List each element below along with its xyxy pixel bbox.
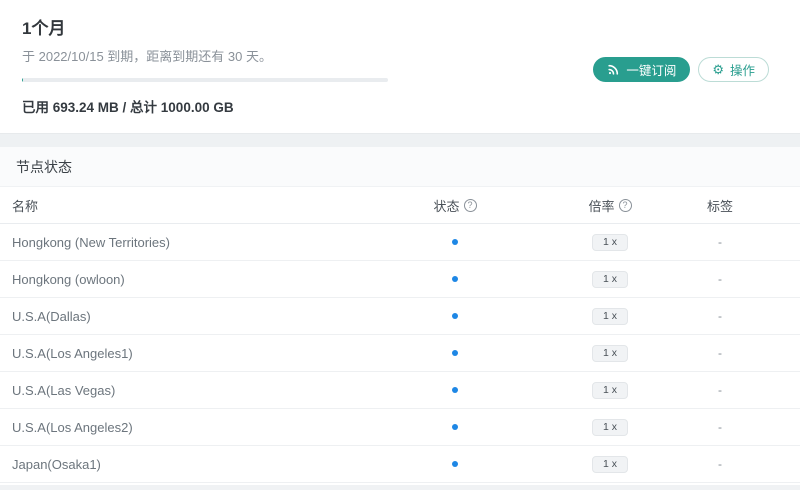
node-rate-cell: 1 x <box>530 381 690 399</box>
node-rate-cell: 1 x <box>530 307 690 325</box>
node-rate-badge: 1 x <box>591 418 628 436</box>
section-divider <box>0 133 800 147</box>
status-online-dot <box>452 239 458 245</box>
node-rate-cell: 1 x <box>530 344 690 362</box>
usage-summary: 已用 693.24 MB / 总计 1000.00 GB <box>22 100 234 116</box>
node-status-cell <box>380 239 530 245</box>
node-row: Hongkong (New Territories) 1 x - <box>0 224 800 261</box>
actions-button[interactable]: ⚙ 操作 <box>698 57 769 82</box>
node-row: Japan(Osaka1) 1 x - <box>0 446 800 483</box>
node-rate-cell: 1 x <box>530 418 690 436</box>
status-help-icon[interactable]: ? <box>463 198 477 212</box>
node-status-cell <box>380 387 530 393</box>
column-header-rate: 倍率 ? <box>530 196 690 215</box>
node-tag: - <box>718 346 722 360</box>
node-name: U.S.A(Los Angeles2) <box>12 419 133 435</box>
column-header-rate-label: 倍率 <box>588 198 615 214</box>
nodes-section-title: 节点状态 <box>16 158 72 175</box>
node-name: U.S.A(Las Vegas) <box>12 382 116 398</box>
node-status-cell <box>380 424 530 430</box>
rate-help-icon[interactable]: ? <box>618 198 632 212</box>
node-rate-badge: 1 x <box>591 455 628 473</box>
node-row: U.S.A(Dallas) 1 x - <box>0 298 800 335</box>
node-rate-cell: 1 x <box>530 233 690 251</box>
bottom-divider <box>0 485 800 490</box>
plan-card: 1个月 于 2022/10/15 到期，距离到期还有 30 天。 已用 693.… <box>0 0 800 133</box>
column-header-status-label: 状态 <box>433 198 460 214</box>
status-online-dot <box>452 461 458 467</box>
subscribe-button[interactable]: 一键订阅 <box>593 57 691 82</box>
node-row: U.S.A(Los Angeles1) 1 x - <box>0 335 800 372</box>
node-name: U.S.A(Los Angeles1) <box>12 345 133 361</box>
rss-icon <box>608 64 619 75</box>
nodes-card-header: 节点状态 <box>0 147 800 187</box>
node-rate-badge: 1 x <box>591 344 628 362</box>
nodes-card: 节点状态 名称 状态 ? 倍率 ? 标签 Hongkong (New Terri… <box>0 147 800 483</box>
node-tag: - <box>718 272 722 286</box>
actions-button-label: 操作 <box>729 64 755 78</box>
usage-progress-bar <box>22 78 388 83</box>
status-online-dot <box>452 387 458 393</box>
status-online-dot <box>452 276 458 282</box>
column-header-status: 状态 ? <box>380 196 530 215</box>
node-tag: - <box>718 383 722 397</box>
node-name: U.S.A(Dallas) <box>12 308 91 324</box>
column-header-tags: 标签 <box>706 198 733 214</box>
node-name: Hongkong (New Territories) <box>12 234 170 250</box>
node-rate-cell: 1 x <box>530 455 690 473</box>
node-name: Hongkong (owloon) <box>12 271 125 287</box>
node-row: U.S.A(Los Angeles2) 1 x - <box>0 409 800 446</box>
node-table-header: 名称 状态 ? 倍率 ? 标签 <box>0 187 800 224</box>
page: 1个月 于 2022/10/15 到期，距离到期还有 30 天。 已用 693.… <box>0 0 800 490</box>
node-rate-cell: 1 x <box>530 270 690 288</box>
node-name: Japan(Osaka1) <box>12 456 101 472</box>
plan-title: 1个月 <box>22 19 66 38</box>
node-rate-badge: 1 x <box>591 307 628 325</box>
node-table-body: Hongkong (New Territories) 1 x - Hongkon… <box>0 224 800 483</box>
node-tag: - <box>718 235 722 249</box>
node-row: U.S.A(Las Vegas) 1 x - <box>0 372 800 409</box>
node-tag: - <box>718 457 722 471</box>
node-row: Hongkong (owloon) 1 x - <box>0 261 800 298</box>
status-online-dot <box>452 424 458 430</box>
node-status-cell <box>380 276 530 282</box>
node-status-cell <box>380 313 530 319</box>
node-tag: - <box>718 420 722 434</box>
node-tag: - <box>718 309 722 323</box>
node-status-cell <box>380 350 530 356</box>
status-online-dot <box>452 350 458 356</box>
plan-actions: 一键订阅 ⚙ 操作 <box>593 57 769 82</box>
subscribe-button-label: 一键订阅 <box>626 64 677 78</box>
node-table: 名称 状态 ? 倍率 ? 标签 Hongkong (New Territorie… <box>0 187 800 483</box>
node-status-cell <box>380 461 530 467</box>
node-rate-badge: 1 x <box>591 270 628 288</box>
node-rate-badge: 1 x <box>591 233 628 251</box>
node-rate-badge: 1 x <box>591 381 628 399</box>
status-online-dot <box>452 313 458 319</box>
gear-icon: ⚙ <box>712 62 724 77</box>
column-header-name: 名称 <box>12 198 39 214</box>
